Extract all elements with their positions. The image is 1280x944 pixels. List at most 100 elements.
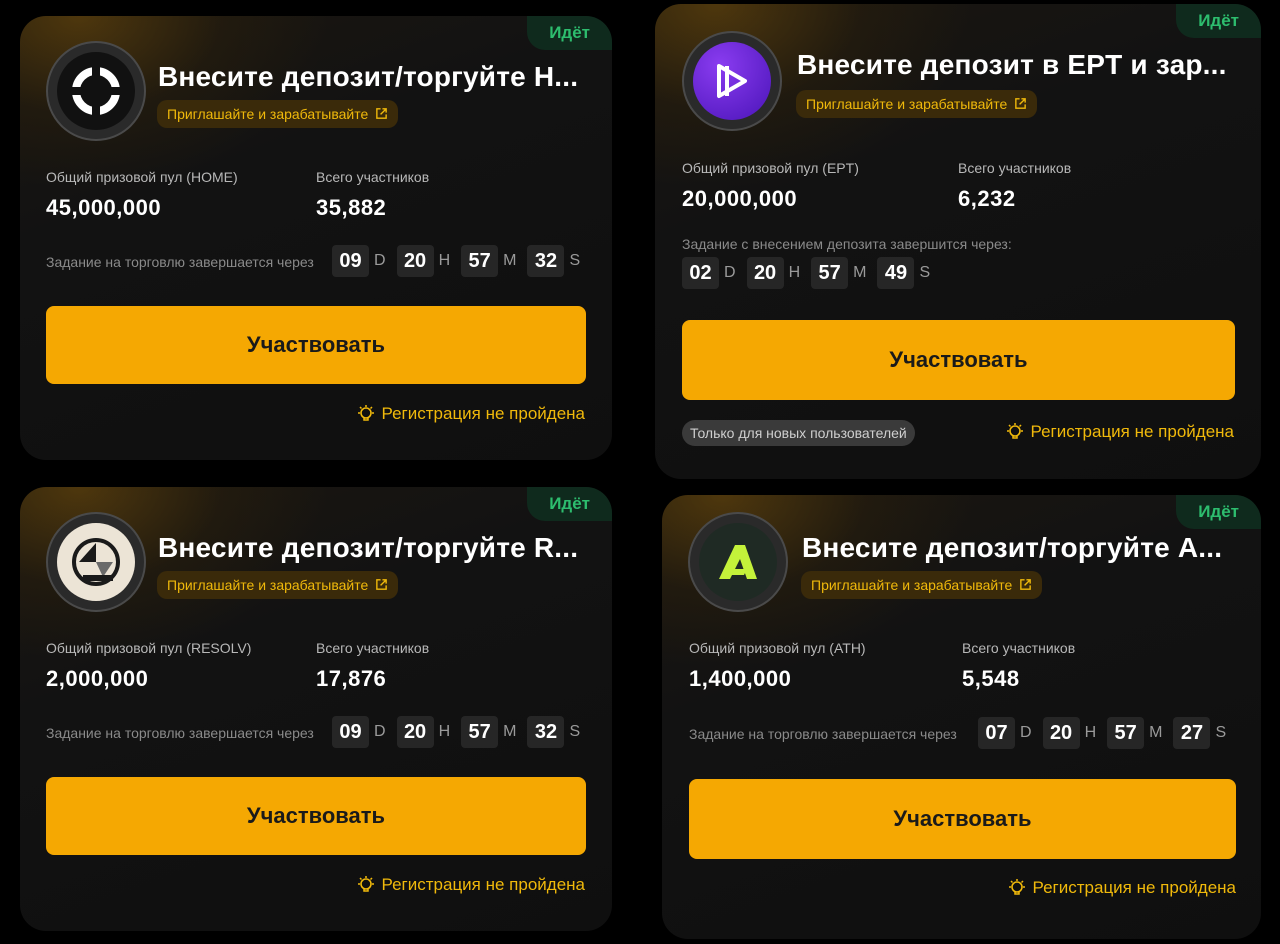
countdown-timer: 09 D 20 H 57 M 32 S: [332, 716, 586, 748]
campaign-title[interactable]: Внесите депозит/торгуйте H...: [158, 61, 578, 93]
campaign-card-resolv: Идёт Внесите депозит/торгуйте R... Пригл…: [20, 487, 612, 931]
invite-link[interactable]: Приглашайте и зарабатывайте: [157, 571, 399, 599]
ept-logo-icon: [693, 42, 771, 120]
invite-link[interactable]: Приглашайте и зарабатывайте: [157, 100, 399, 128]
invite-label: Приглашайте и зарабатывайте: [167, 577, 369, 593]
participate-button[interactable]: Участвовать: [682, 320, 1235, 400]
status-badge: Идёт: [527, 16, 612, 50]
prize-pool-value: 45,000,000: [46, 195, 162, 220]
countdown-timer: 07 D 20 H 57 M 27 S: [978, 717, 1232, 749]
participants-value: 5,548: [962, 666, 1020, 691]
participants-label: Всего участников: [958, 160, 1072, 176]
prize-pool-label: Общий призовой пул (ATH): [689, 640, 866, 656]
external-link-icon: [1015, 98, 1027, 109]
timer-days: 09: [332, 716, 369, 748]
invite-label: Приглашайте и зарабатывайте: [806, 96, 1008, 112]
campaign-card-ept: Идёт Внесите депозит в EPT и зар... Приг…: [655, 4, 1261, 479]
external-link-icon: [376, 108, 388, 119]
timer-label: Задание на торговлю завершается через: [46, 725, 314, 741]
timer-minutes-unit: M: [503, 252, 517, 269]
timer-seconds: 32: [527, 245, 565, 277]
timer-days-unit: D: [374, 723, 386, 740]
timer-seconds-unit: S: [919, 264, 931, 281]
timer-hours-unit: H: [438, 252, 451, 269]
invite-link[interactable]: Приглашайте и зарабатывайте: [801, 571, 1043, 599]
external-link-icon: [1020, 579, 1032, 590]
timer-hours: 20: [746, 257, 784, 289]
invite-link[interactable]: Приглашайте и зарабатывайте: [796, 90, 1038, 118]
status-badge: Идёт: [527, 487, 612, 521]
prize-pool-label: Общий призовой пул (EPT): [682, 160, 859, 176]
lightbulb-icon: [357, 876, 374, 892]
prize-pool-label: Общий призовой пул (HOME): [46, 169, 238, 185]
token-logo: [46, 512, 146, 612]
timer-days-unit: D: [724, 264, 736, 281]
countdown-timer: 02 D 20 H 57 M 49 S: [682, 257, 936, 289]
prize-pool-value: 1,400,000: [689, 666, 792, 691]
campaign-card-home: Идёт Внесите депозит/торгуйте H... Пригл…: [20, 16, 612, 460]
invite-label: Приглашайте и зарабатывайте: [167, 106, 369, 122]
lightbulb-icon: [357, 405, 374, 421]
timer-hours: 20: [396, 245, 434, 277]
timer-seconds-unit: S: [569, 252, 581, 269]
timer-minutes-unit: M: [503, 723, 517, 740]
timer-days-unit: D: [1020, 724, 1032, 741]
timer-seconds-unit: S: [1215, 724, 1227, 741]
invite-label: Приглашайте и зарабатывайте: [811, 577, 1013, 593]
participate-button[interactable]: Участвовать: [46, 777, 586, 855]
timer-seconds: 27: [1173, 717, 1211, 749]
lightbulb-icon: [1006, 423, 1023, 439]
timer-hours-unit: H: [1084, 724, 1097, 741]
prize-pool-value: 20,000,000: [682, 186, 798, 211]
timer-minutes: 57: [811, 257, 849, 289]
timer-days: 02: [682, 257, 719, 289]
timer-minutes: 57: [461, 245, 499, 277]
registration-text: Регистрация не пройдена: [381, 404, 586, 423]
participants-value: 17,876: [316, 666, 387, 691]
campaign-card-ath: Идёт Внесите депозит/торгуйте A... Пригл…: [662, 495, 1261, 939]
home-logo-icon: [57, 52, 135, 130]
status-badge: Идёт: [1176, 4, 1261, 38]
participants-label: Всего участников: [316, 169, 430, 185]
timer-days: 09: [332, 245, 369, 277]
participants-label: Всего участников: [962, 640, 1076, 656]
registration-text: Регистрация не пройдена: [1030, 422, 1235, 441]
resolv-logo-icon: [57, 523, 135, 601]
participate-button[interactable]: Участвовать: [689, 779, 1236, 859]
registration-status[interactable]: Регистрация не пройдена: [1007, 878, 1237, 898]
campaign-title[interactable]: Внесите депозит в EPT и зар...: [797, 49, 1227, 81]
timer-seconds-unit: S: [569, 723, 581, 740]
participants-label: Всего участников: [316, 640, 430, 656]
registration-status[interactable]: Регистрация не пройдена: [356, 875, 586, 895]
timer-minutes: 57: [1107, 717, 1145, 749]
timer-hours: 20: [1042, 717, 1080, 749]
registration-status[interactable]: Регистрация не пройдена: [1005, 422, 1235, 442]
campaign-title[interactable]: Внесите депозит/торгуйте A...: [802, 532, 1222, 564]
participate-button[interactable]: Участвовать: [46, 306, 586, 384]
token-logo: [688, 512, 788, 612]
prize-pool-value: 2,000,000: [46, 666, 149, 691]
token-logo: [46, 41, 146, 141]
lightbulb-icon: [1008, 879, 1025, 895]
timer-days-unit: D: [374, 252, 386, 269]
timer-days: 07: [978, 717, 1015, 749]
status-badge: Идёт: [1176, 495, 1261, 529]
timer-seconds: 49: [877, 257, 915, 289]
timer-hours: 20: [396, 716, 434, 748]
timer-label: Задание на торговлю завершается через: [46, 254, 314, 270]
countdown-timer: 09 D 20 H 57 M 32 S: [332, 245, 586, 277]
timer-minutes: 57: [461, 716, 499, 748]
registration-status[interactable]: Регистрация не пройдена: [356, 404, 586, 424]
ath-logo-icon: [699, 523, 777, 601]
participants-value: 35,882: [316, 195, 387, 220]
timer-minutes-unit: M: [853, 264, 867, 281]
registration-text: Регистрация не пройдена: [381, 875, 586, 894]
timer-minutes-unit: M: [1149, 724, 1163, 741]
timer-label: Задание на торговлю завершается через: [689, 726, 957, 742]
registration-text: Регистрация не пройдена: [1032, 878, 1237, 897]
external-link-icon: [376, 579, 388, 590]
timer-seconds: 32: [527, 716, 565, 748]
timer-label: Задание с внесением депозита завершится …: [682, 236, 1012, 252]
campaign-title[interactable]: Внесите депозит/торгуйте R...: [158, 532, 578, 564]
timer-hours-unit: H: [788, 264, 801, 281]
